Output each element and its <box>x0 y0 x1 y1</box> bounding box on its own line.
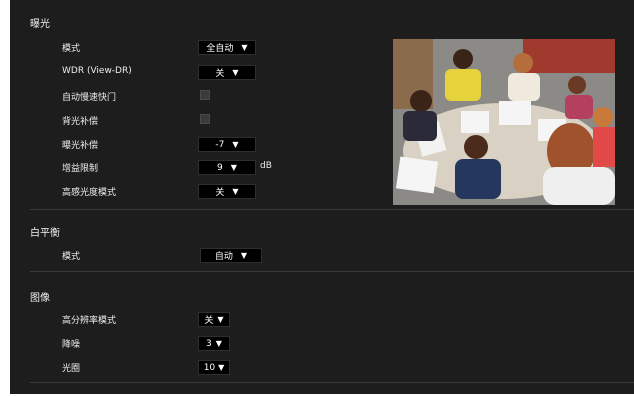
wdr-value: 关 <box>215 69 225 79</box>
chevron-down-icon: ▼ <box>218 363 225 372</box>
white-balance-mode-select[interactable]: 自动 ▼ <box>200 248 262 263</box>
white-balance-mode-label: 模式 <box>62 252 81 262</box>
exposure-mode-value: 全自动 <box>206 44 234 54</box>
chevron-down-icon: ▼ <box>241 43 248 52</box>
gain-unit-label: dB <box>260 161 272 171</box>
gain-limit-value: 9 <box>217 162 223 173</box>
high-res-mode-label: 高分辨率模式 <box>62 316 117 326</box>
high-res-mode-value: 关 <box>204 316 214 326</box>
chevron-down-icon: ▼ <box>230 163 237 172</box>
auto-slow-shutter-label: 自动慢速快门 <box>62 93 117 103</box>
chevron-down-icon: ▼ <box>232 140 239 149</box>
noise-reduction-select[interactable]: 3 ▼ <box>198 336 230 351</box>
settings-panel: 曝光 模式 全自动 ▼ WDR (View-DR) 关 ▼ 自动慢速快门 背光补… <box>10 0 634 394</box>
gain-limit-label: 增益限制 <box>62 164 99 174</box>
noise-reduction-label: 降噪 <box>62 340 81 350</box>
backlight-comp-checkbox[interactable] <box>200 114 210 124</box>
high-sensitivity-value: 关 <box>215 188 225 198</box>
section-divider <box>30 271 634 272</box>
white-balance-mode-value: 自动 <box>214 252 233 262</box>
gain-limit-select[interactable]: 9 ▼ <box>198 160 256 175</box>
auto-slow-shutter-checkbox[interactable] <box>200 90 210 100</box>
chevron-down-icon: ▼ <box>217 315 224 324</box>
section-divider <box>30 382 634 383</box>
exposure-comp-label: 曝光补偿 <box>62 141 99 151</box>
chevron-down-icon: ▼ <box>232 68 239 77</box>
wdr-select[interactable]: 关 ▼ <box>198 65 256 80</box>
camera-preview-image <box>393 39 615 205</box>
high-sensitivity-select[interactable]: 关 ▼ <box>198 184 256 199</box>
backlight-comp-label: 背光补偿 <box>62 117 99 127</box>
chevron-down-icon: ▼ <box>240 251 248 260</box>
image-section-title: 图像 <box>30 293 50 304</box>
chevron-down-icon: ▼ <box>232 187 239 196</box>
chevron-down-icon: ▼ <box>215 339 222 348</box>
exposure-comp-select[interactable]: -7 ▼ <box>198 137 256 152</box>
noise-reduction-value: 3 <box>206 338 212 349</box>
white-balance-section-title: 白平衡 <box>30 228 60 239</box>
iris-select[interactable]: 10 ▼ <box>198 360 230 375</box>
iris-label: 光圈 <box>62 364 81 374</box>
iris-value: 10 <box>203 362 216 373</box>
exposure-section-title: 曝光 <box>30 19 50 30</box>
section-divider <box>30 209 634 210</box>
exposure-mode-select[interactable]: 全自动 ▼ <box>198 40 256 55</box>
high-sensitivity-label: 高感光度模式 <box>62 188 117 198</box>
exposure-mode-label: 模式 <box>62 44 81 54</box>
high-res-mode-select[interactable]: 关 ▼ <box>198 312 230 327</box>
wdr-label: WDR (View-DR) <box>62 66 132 76</box>
exposure-comp-value: -7 <box>215 139 225 150</box>
